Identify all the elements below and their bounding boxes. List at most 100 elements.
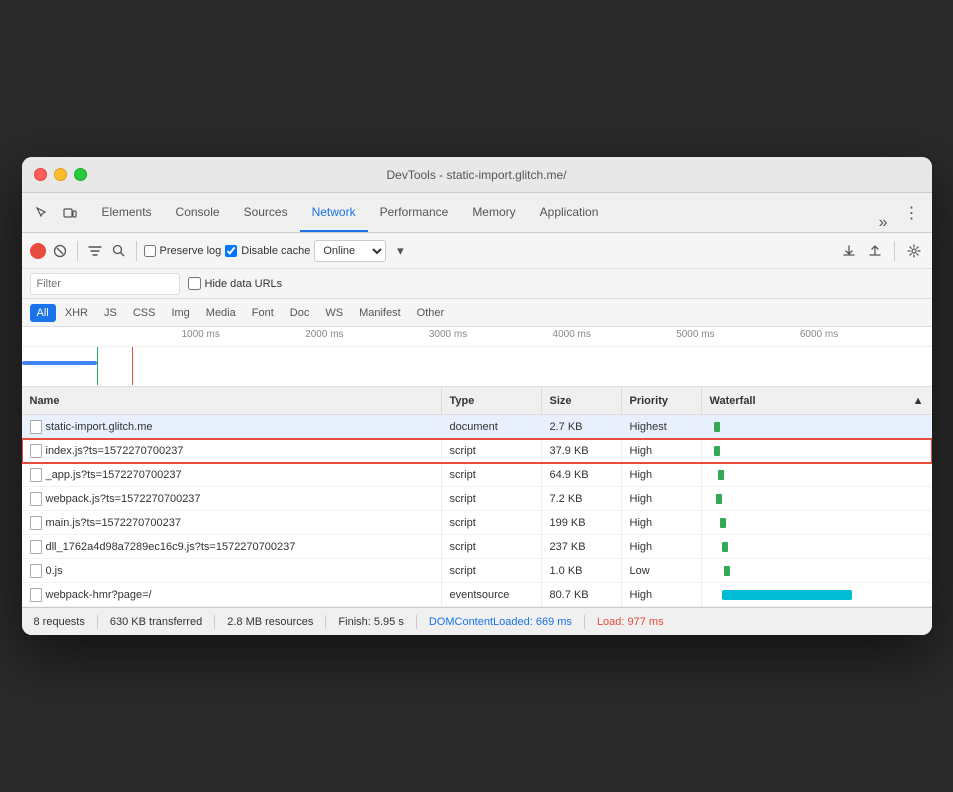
file-icon-3 — [30, 492, 42, 506]
table-row[interactable]: webpack-hmr?page=/ eventsource 80.7 KB H… — [22, 583, 932, 607]
table-row[interactable]: index.js?ts=1572270700237 script 37.9 KB… — [22, 439, 932, 463]
ruler-4000ms: 4000 ms — [553, 329, 677, 340]
timeline-bars — [22, 347, 932, 385]
filter-type-media[interactable]: Media — [199, 304, 243, 322]
table-row[interactable]: webpack.js?ts=1572270700237 script 7.2 K… — [22, 487, 932, 511]
row-name-2: _app.js?ts=1572270700237 — [46, 469, 182, 481]
filter-type-all[interactable]: All — [30, 304, 56, 322]
more-tabs-icon[interactable]: » — [871, 214, 896, 232]
td-waterfall-1 — [702, 439, 932, 462]
throttle-select[interactable]: Online Slow 3G Fast 3G Offline — [314, 240, 386, 262]
filter-type-css[interactable]: CSS — [126, 304, 163, 322]
filter-type-js[interactable]: JS — [97, 304, 124, 322]
record-button[interactable] — [30, 243, 46, 259]
status-bar: 8 requests 630 KB transferred 2.8 MB res… — [22, 607, 932, 635]
settings-icon[interactable]: ⋮ — [900, 201, 924, 225]
td-waterfall-2 — [702, 463, 932, 486]
filter-input[interactable] — [30, 273, 180, 295]
td-name-3: webpack.js?ts=1572270700237 — [22, 487, 442, 510]
td-name-2: _app.js?ts=1572270700237 — [22, 463, 442, 486]
requests-count: 8 requests — [34, 616, 85, 628]
clear-button[interactable] — [50, 241, 70, 261]
td-priority-6: Low — [622, 559, 702, 582]
td-type-3: script — [442, 487, 542, 510]
file-icon-5 — [30, 540, 42, 554]
td-name-5: dll_1762a4d98a7289ec16c9.js?ts=157227070… — [22, 535, 442, 558]
tab-performance[interactable]: Performance — [368, 193, 461, 232]
td-name-4: main.js?ts=1572270700237 — [22, 511, 442, 534]
tab-console[interactable]: Console — [164, 193, 232, 232]
tab-elements[interactable]: Elements — [90, 193, 164, 232]
row-name-0: static-import.glitch.me — [46, 421, 153, 433]
row-name-1: index.js?ts=1572270700237 — [46, 445, 184, 457]
table-row[interactable]: 0.js script 1.0 KB Low — [22, 559, 932, 583]
filter-type-doc[interactable]: Doc — [283, 304, 317, 322]
row-name-7: webpack-hmr?page=/ — [46, 589, 152, 601]
disable-cache-input[interactable] — [225, 245, 237, 257]
table-header: Name Type Size Priority Waterfall ▲ — [22, 387, 932, 415]
td-priority-2: High — [622, 463, 702, 486]
nav-icons — [30, 201, 82, 225]
td-size-4: 199 KB — [542, 511, 622, 534]
row-name-6: 0.js — [46, 565, 63, 577]
network-toolbar: Preserve log Disable cache Online Slow 3… — [22, 233, 932, 269]
search-icon[interactable] — [109, 241, 129, 261]
gear-icon[interactable] — [904, 241, 924, 261]
file-icon-4 — [30, 516, 42, 530]
preserve-log-label: Preserve log — [160, 245, 222, 257]
status-divider-2 — [214, 615, 215, 629]
th-priority[interactable]: Priority — [622, 387, 702, 414]
tab-network[interactable]: Network — [300, 193, 368, 232]
td-size-3: 7.2 KB — [542, 487, 622, 510]
filter-icon[interactable] — [85, 241, 105, 261]
filter-type-manifest[interactable]: Manifest — [352, 304, 408, 322]
hide-data-urls-checkbox[interactable]: Hide data URLs — [188, 277, 283, 290]
load-time: Load: 977 ms — [597, 616, 664, 628]
table-row[interactable]: _app.js?ts=1572270700237 script 64.9 KB … — [22, 463, 932, 487]
th-type[interactable]: Type — [442, 387, 542, 414]
td-priority-1: High — [622, 439, 702, 462]
tab-sources[interactable]: Sources — [232, 193, 300, 232]
row-name-4: main.js?ts=1572270700237 — [46, 517, 181, 529]
filter-type-font[interactable]: Font — [245, 304, 281, 322]
td-size-7: 80.7 KB — [542, 583, 622, 606]
tab-memory[interactable]: Memory — [460, 193, 527, 232]
th-waterfall[interactable]: Waterfall ▲ — [702, 387, 932, 414]
td-type-7: eventsource — [442, 583, 542, 606]
window-title: DevTools - static-import.glitch.me/ — [386, 168, 566, 182]
filter-type-ws[interactable]: WS — [318, 304, 350, 322]
device-toggle-icon[interactable] — [58, 201, 82, 225]
td-priority-5: High — [622, 535, 702, 558]
close-button[interactable] — [34, 168, 47, 181]
hide-data-urls-input[interactable] — [188, 277, 201, 290]
td-size-5: 237 KB — [542, 535, 622, 558]
tab-application[interactable]: Application — [528, 193, 611, 232]
filter-type-other[interactable]: Other — [410, 304, 452, 322]
inspect-icon[interactable] — [30, 201, 54, 225]
disable-cache-checkbox[interactable]: Disable cache — [225, 245, 310, 257]
export-icon[interactable] — [865, 241, 885, 261]
fullscreen-button[interactable] — [74, 168, 87, 181]
td-type-6: script — [442, 559, 542, 582]
td-waterfall-3 — [702, 487, 932, 510]
td-size-2: 64.9 KB — [542, 463, 622, 486]
finish-time: Finish: 5.95 s — [338, 616, 403, 628]
row-name-3: webpack.js?ts=1572270700237 — [46, 493, 201, 505]
td-waterfall-7 — [702, 583, 932, 606]
table-row[interactable]: static-import.glitch.me document 2.7 KB … — [22, 415, 932, 439]
th-name[interactable]: Name — [22, 387, 442, 414]
table-row[interactable]: main.js?ts=1572270700237 script 199 KB H… — [22, 511, 932, 535]
minimize-button[interactable] — [54, 168, 67, 181]
filter-type-img[interactable]: Img — [164, 304, 196, 322]
filter-type-xhr[interactable]: XHR — [58, 304, 95, 322]
th-size[interactable]: Size — [542, 387, 622, 414]
table-row[interactable]: dll_1762a4d98a7289ec16c9.js?ts=157227070… — [22, 535, 932, 559]
timeline-area[interactable]: 1000 ms 2000 ms 3000 ms 4000 ms 5000 ms … — [22, 327, 932, 387]
preserve-log-checkbox[interactable]: Preserve log — [144, 245, 222, 257]
td-waterfall-5 — [702, 535, 932, 558]
throttle-down-icon[interactable]: ▾ — [390, 241, 410, 261]
ruler-1000ms: 1000 ms — [182, 329, 306, 340]
preserve-log-input[interactable] — [144, 245, 156, 257]
td-type-2: script — [442, 463, 542, 486]
import-icon[interactable] — [839, 241, 859, 261]
